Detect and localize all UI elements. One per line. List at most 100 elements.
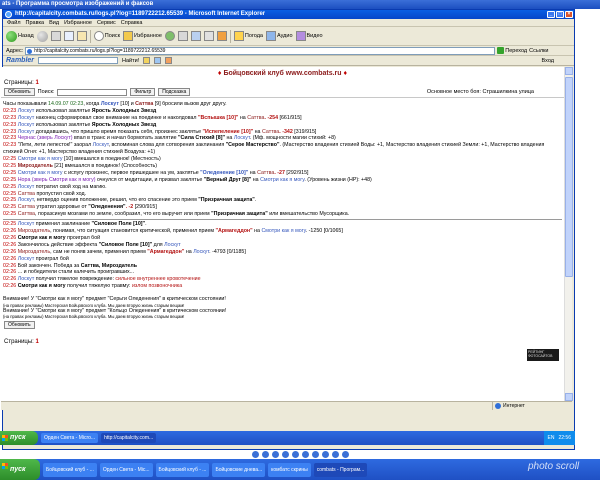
start-button-outer[interactable]: пуск	[0, 459, 40, 480]
filter-button[interactable]: Фильтр	[130, 88, 156, 96]
log-segment: 02:26	[3, 262, 18, 269]
rotate-icon[interactable]	[321, 451, 329, 458]
status-text	[1, 402, 4, 410]
rambler-find-button[interactable]: Найти!	[122, 58, 139, 64]
maximize-button[interactable]: □	[556, 11, 564, 18]
refresh-icon[interactable]	[63, 31, 74, 41]
log-line: 02:23 Лоскут использовал заклятье Ярость…	[3, 108, 562, 115]
rambler-login-button[interactable]: Вход	[542, 58, 554, 64]
log-segment: . -254	[264, 114, 279, 121]
news-icon[interactable]	[154, 57, 162, 64]
taskbar-item[interactable]: http://capitalcity.com...	[101, 433, 157, 443]
log-segment: . -1250 [0/1065]	[305, 228, 343, 235]
links-label[interactable]: Ссылки	[529, 48, 548, 54]
scroll-down-button[interactable]	[565, 393, 573, 401]
log-segment: Лоскут	[164, 241, 181, 248]
log-line: 02:26 ... и победители стали калечить пр…	[3, 269, 562, 276]
zoom-in-icon[interactable]	[301, 451, 309, 458]
audio-button[interactable]: Аудио	[266, 31, 293, 41]
weather-button[interactable]: Погода	[233, 31, 263, 41]
slideshow-icon[interactable]	[291, 451, 299, 458]
search-input[interactable]	[57, 88, 128, 96]
system-tray: EN 22:56	[543, 431, 575, 445]
log-segment: "Армагеддон"	[147, 248, 185, 255]
taskbar-item[interactable]: combats - Програм...	[313, 462, 368, 477]
menu-item[interactable]: Избранное	[64, 19, 92, 26]
menu-item[interactable]: Вид	[49, 19, 59, 26]
log-line: 02:23 Лоскут наконец сформировал свое вн…	[3, 115, 562, 122]
log-segment: 02:23	[3, 135, 18, 142]
start-button[interactable]: пуск	[0, 431, 38, 445]
prev-image-icon[interactable]	[251, 451, 259, 458]
vertical-scrollbar[interactable]	[564, 67, 573, 401]
menu-item[interactable]: Справка	[121, 19, 143, 26]
log-segment: 02:25	[3, 211, 18, 218]
log-segment: . -4793 [0/1185]	[209, 248, 246, 255]
go-button[interactable]: Переход	[497, 47, 527, 54]
log-segment: 02:23	[3, 142, 18, 149]
ad-note[interactable]: (на правах рекламы) Мастерская Бойцовско…	[3, 314, 562, 319]
log-line: 02:25 Саттва утратил здоровье от "Оледен…	[3, 204, 562, 211]
log-segment: догадавшись, что пришло время показать с…	[34, 128, 203, 135]
log-segment: применил заклинание	[34, 221, 92, 228]
log-segment: получил тяжелую травму:	[65, 283, 132, 290]
log-segment: Лоскут	[233, 135, 250, 142]
log-line: 02:25 Лоскут потратил свой ход на магию.	[3, 184, 562, 191]
home-icon[interactable]	[76, 31, 87, 41]
rating-counter[interactable]: РЕЙТИНГ ФОТОСАЙТОВ	[527, 349, 559, 361]
log-segment: Смотри как я могу	[17, 283, 66, 290]
back-button[interactable]: Назад	[6, 30, 34, 42]
print-icon[interactable]	[341, 451, 349, 458]
log-segment: Саттва	[17, 211, 36, 218]
mail-icon[interactable]	[177, 31, 188, 41]
forward-button[interactable]	[36, 30, 48, 42]
video-button[interactable]: Видео	[295, 31, 323, 41]
menu-item[interactable]: Правка	[26, 19, 45, 26]
log-segment: 02:25	[3, 197, 18, 204]
taskbar-item[interactable]: Бойцовские днева...	[212, 462, 266, 477]
taskbar-item[interactable]: комбатс скрины	[268, 462, 311, 477]
log-segment: "Призрачная защита"	[198, 197, 255, 204]
log-segment: Ярость Холодных Звезд	[91, 107, 157, 114]
log-segment: на	[253, 128, 262, 135]
messenger-icon[interactable]	[216, 31, 227, 41]
taskbar-item[interactable]: Орден Света - Micro...	[41, 433, 99, 443]
update-button-bottom[interactable]: Обновить	[4, 321, 35, 330]
favorites-button[interactable]: Избранное	[123, 31, 162, 41]
address-input[interactable]: http://capitalcity.combats.ru/logs.pl?lo…	[25, 46, 496, 55]
log-segment: с испугу произнес, первое пришедшее на у…	[62, 169, 201, 176]
stop-icon[interactable]	[50, 31, 61, 41]
next-image-icon[interactable]	[261, 451, 269, 458]
history-icon[interactable]	[164, 31, 175, 41]
language-indicator[interactable]: EN	[548, 431, 555, 445]
menu-item[interactable]: Файл	[7, 19, 21, 26]
taskbar-item[interactable]: Бойцовский клуб - ...	[43, 462, 97, 477]
rambler-search-input[interactable]	[38, 57, 119, 64]
log-segment: Смотри как я могу	[261, 228, 306, 235]
minimize-button[interactable]: _	[547, 11, 555, 18]
taskbar-item[interactable]: Бойцовский клуб - ...	[155, 462, 210, 477]
update-button[interactable]: Обновить	[4, 88, 35, 96]
scroll-thumb[interactable]	[565, 77, 573, 277]
search-button[interactable]: Поиск	[93, 31, 120, 41]
delete-icon[interactable]	[331, 451, 339, 458]
taskbar-item[interactable]: Орден Света - Mic...	[99, 462, 153, 477]
print-icon[interactable]	[190, 31, 201, 41]
rambler-logo[interactable]: Rambler	[6, 57, 34, 64]
video-icon	[295, 31, 306, 41]
scroll-up-button[interactable]	[565, 67, 573, 75]
log-line: 02:25 Смотри как я могу [10] вмешался в …	[3, 156, 562, 163]
log-segment: ... и победители стали калечить проиграв…	[17, 269, 135, 276]
photo-icon[interactable]	[165, 57, 173, 64]
actual-size-icon[interactable]	[281, 451, 289, 458]
edit-icon[interactable]	[203, 31, 214, 41]
hint-button[interactable]: Подсказка	[158, 88, 191, 96]
mail-icon[interactable]	[143, 57, 151, 64]
blood-drop-icon: ♦	[343, 70, 348, 77]
battle-place: Основное место боя: Страшилкина улица	[426, 89, 534, 95]
fit-icon[interactable]	[271, 451, 279, 458]
star-icon	[123, 31, 134, 41]
close-button[interactable]: ×	[565, 11, 573, 18]
menu-item[interactable]: Сервис	[97, 19, 116, 26]
zoom-out-icon[interactable]	[311, 451, 319, 458]
